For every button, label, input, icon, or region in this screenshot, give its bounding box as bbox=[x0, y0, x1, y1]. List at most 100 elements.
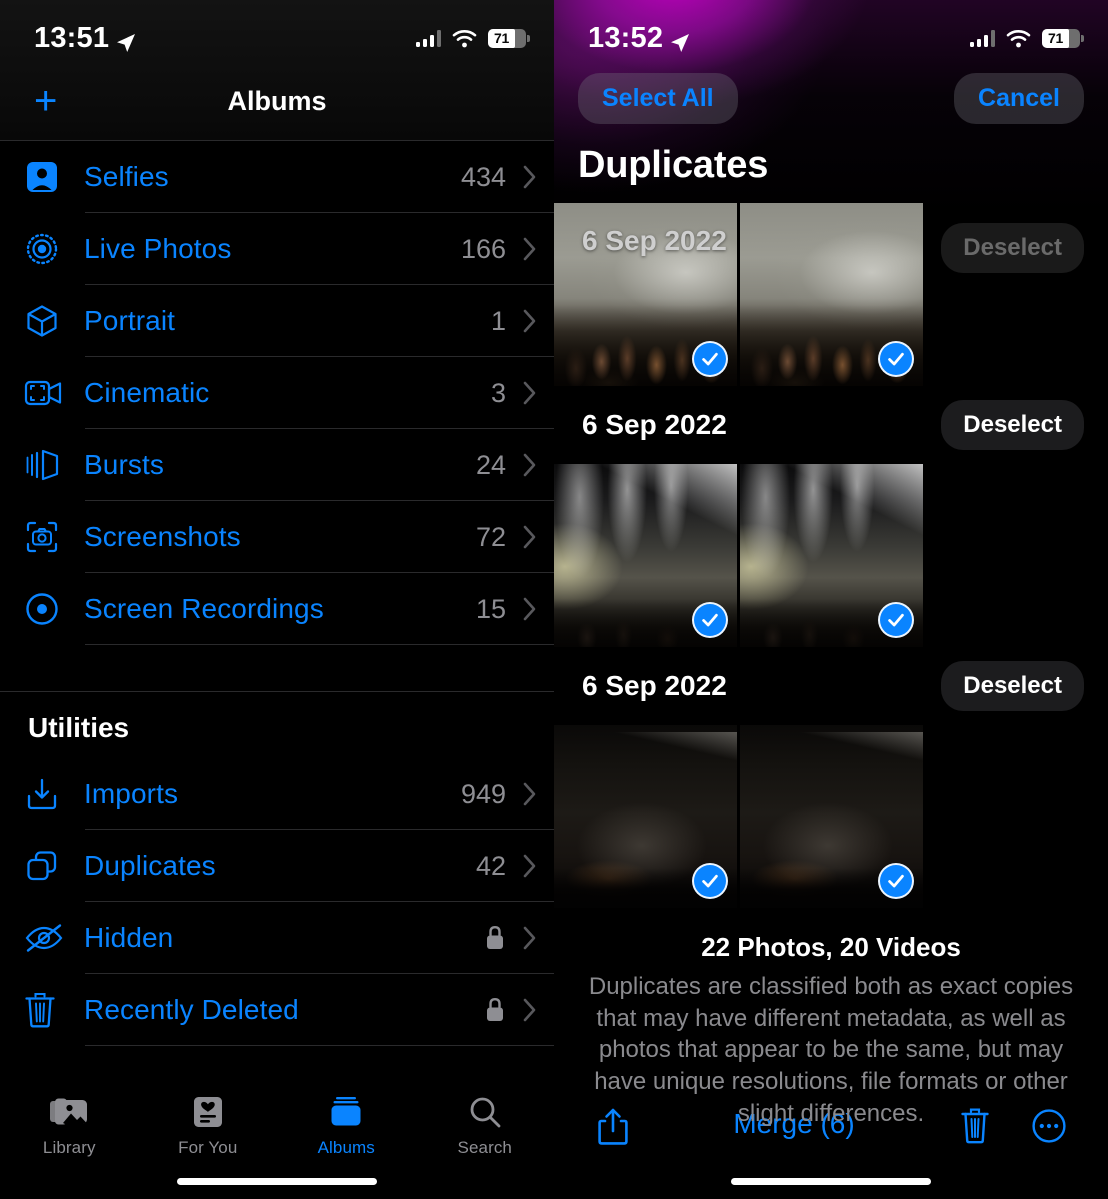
deselect-button[interactable]: Deselect bbox=[941, 400, 1084, 450]
list-item-label: Selfies bbox=[84, 161, 169, 192]
lock-icon bbox=[484, 925, 506, 951]
list-item-bursts[interactable]: Bursts 24 bbox=[0, 429, 554, 501]
tab-albums[interactable]: Albums bbox=[277, 1093, 416, 1158]
for-you-icon bbox=[191, 1093, 225, 1131]
battery-percent: 71 bbox=[494, 30, 509, 46]
status-indicators: 71 bbox=[969, 28, 1084, 48]
utilities-header: Utilities bbox=[28, 712, 130, 743]
duplicates-footer: 22 Photos, 20 Videos Duplicates are clas… bbox=[554, 908, 1108, 1129]
cancel-button[interactable]: Cancel bbox=[954, 72, 1084, 124]
list-item-imports[interactable]: Imports 949 bbox=[0, 758, 554, 830]
albums-icon bbox=[329, 1093, 363, 1131]
cinematic-icon bbox=[24, 377, 84, 409]
photo-thumbnail[interactable] bbox=[554, 464, 737, 647]
list-item-label: Screenshots bbox=[84, 521, 241, 552]
status-time: 13:51 bbox=[34, 22, 136, 55]
list-item-label: Imports bbox=[84, 778, 179, 809]
media-types-list: Selfies 434 Live Photos 166 Portrait 1 Cinemat… bbox=[0, 141, 554, 645]
photo-thumbnail[interactable] bbox=[740, 725, 923, 908]
selection-checkmark-icon[interactable] bbox=[692, 602, 728, 638]
wifi-icon bbox=[1006, 29, 1031, 48]
select-all-button[interactable]: Select All bbox=[578, 72, 738, 124]
battery-icon: 71 bbox=[1042, 28, 1084, 48]
list-item-label: Bursts bbox=[84, 449, 164, 480]
tab-label: Library bbox=[42, 1138, 96, 1157]
selection-checkmark-icon[interactable] bbox=[878, 341, 914, 377]
tab-label: Albums bbox=[317, 1138, 375, 1157]
tab-label: For You bbox=[178, 1138, 238, 1157]
duplicate-thumbnails bbox=[554, 725, 1108, 908]
library-icon bbox=[49, 1093, 89, 1131]
selection-checkmark-icon[interactable] bbox=[878, 602, 914, 638]
location-arrow-icon bbox=[670, 28, 690, 52]
list-item-live-photos[interactable]: Live Photos 166 bbox=[0, 213, 554, 285]
list-item-label: Portrait bbox=[84, 305, 176, 336]
list-item-label: Recently Deleted bbox=[84, 994, 299, 1025]
chevron-right-icon bbox=[522, 164, 538, 190]
list-item-duplicates[interactable]: Duplicates 42 bbox=[0, 830, 554, 902]
list-item-count: 166 bbox=[460, 233, 506, 264]
chevron-right-icon bbox=[522, 524, 538, 550]
status-indicators: 71 bbox=[415, 28, 530, 48]
chevron-right-icon bbox=[522, 380, 538, 406]
list-item-count: 3 bbox=[490, 377, 506, 408]
status-bar-left: 13:51 71 bbox=[0, 0, 554, 62]
portrait-icon bbox=[24, 303, 84, 339]
list-item-portrait[interactable]: Portrait 1 bbox=[0, 285, 554, 357]
chevron-right-icon bbox=[522, 596, 538, 622]
list-item-count: 24 bbox=[475, 449, 506, 480]
duplicates-icon bbox=[24, 848, 84, 884]
deselect-button[interactable]: Deselect bbox=[941, 223, 1084, 273]
duplicate-groups-list: 6 Sep 2022 Deselect 6 Sep 2022 Deselect 6 Se… bbox=[554, 203, 1108, 908]
list-item-cinematic[interactable]: Cinematic 3 bbox=[0, 357, 554, 429]
search-icon bbox=[468, 1093, 502, 1131]
screen-recordings-icon bbox=[24, 591, 84, 627]
selection-checkmark-icon[interactable] bbox=[692, 341, 728, 377]
list-item-label: Live Photos bbox=[84, 233, 232, 264]
list-item-label: Screen Recordings bbox=[84, 593, 324, 624]
tab-label: Search bbox=[457, 1138, 512, 1157]
duplicates-description: Duplicates are classified both as exact … bbox=[588, 973, 1074, 1127]
selfies-icon bbox=[24, 159, 84, 195]
list-item-count: 42 bbox=[475, 850, 506, 881]
live-photos-icon bbox=[24, 231, 84, 267]
chevron-right-icon bbox=[522, 308, 538, 334]
add-album-button[interactable]: + bbox=[28, 81, 63, 121]
list-item-label: Hidden bbox=[84, 922, 174, 953]
chevron-right-icon bbox=[522, 452, 538, 478]
list-item-hidden[interactable]: Hidden bbox=[0, 902, 554, 974]
photo-thumbnail[interactable] bbox=[554, 725, 737, 908]
albums-nav-bar: + Albums bbox=[0, 62, 554, 140]
duplicate-group-header: 6 Sep 2022 Deselect bbox=[554, 386, 1108, 464]
duplicate-group-header: 6 Sep 2022 Deselect bbox=[554, 647, 1108, 725]
list-item-label: Duplicates bbox=[84, 850, 216, 881]
chevron-right-icon bbox=[522, 925, 538, 951]
photo-thumbnail[interactable] bbox=[740, 464, 923, 647]
recently-deleted-icon bbox=[24, 992, 84, 1028]
list-item-screen-recordings[interactable]: Screen Recordings 15 bbox=[0, 573, 554, 645]
cellular-signal-icon bbox=[415, 29, 441, 47]
imports-icon bbox=[24, 776, 84, 812]
albums-screen: 13:51 71 + Albums Selfies 434 Live Photo… bbox=[0, 0, 554, 1199]
tab-library[interactable]: Library bbox=[0, 1093, 139, 1158]
selection-checkmark-icon[interactable] bbox=[692, 863, 728, 899]
selection-checkmark-icon[interactable] bbox=[878, 863, 914, 899]
list-item-recently-deleted[interactable]: Recently Deleted bbox=[0, 974, 554, 1046]
battery-percent: 71 bbox=[1048, 30, 1063, 46]
tab-for-you[interactable]: For You bbox=[139, 1093, 278, 1158]
list-item-screenshots[interactable]: Screenshots 72 bbox=[0, 501, 554, 573]
screenshots-icon bbox=[24, 519, 84, 555]
page-title: Albums bbox=[227, 85, 327, 116]
deselect-button[interactable]: Deselect bbox=[941, 661, 1084, 711]
duplicate-group-date: 6 Sep 2022 bbox=[582, 670, 727, 701]
tab-search[interactable]: Search bbox=[416, 1093, 555, 1158]
chevron-right-icon bbox=[522, 781, 538, 807]
cellular-signal-icon bbox=[969, 29, 995, 47]
list-item-selfies[interactable]: Selfies 434 bbox=[0, 141, 554, 213]
photo-thumbnail[interactable] bbox=[740, 203, 923, 386]
duplicate-group-date: 6 Sep 2022 bbox=[582, 409, 727, 440]
duplicate-group: 6 Sep 2022 Deselect bbox=[554, 203, 1108, 386]
home-indicator-left bbox=[177, 1178, 377, 1185]
duplicate-group: 6 Sep 2022 Deselect bbox=[554, 647, 1108, 908]
list-item-count: 72 bbox=[475, 521, 506, 552]
